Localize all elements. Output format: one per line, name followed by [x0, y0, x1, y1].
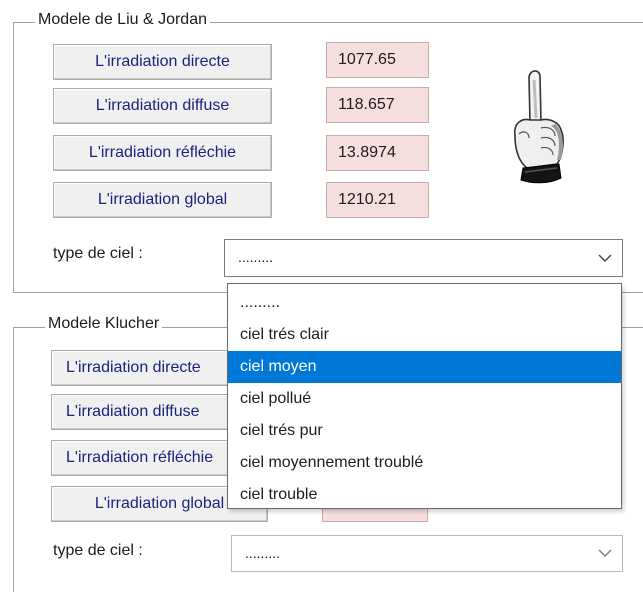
- liu-global-value: 1210.21: [326, 182, 429, 218]
- klucher-group-title: Modele Klucher: [45, 315, 163, 333]
- liu-sky-type-label: type de ciel :: [53, 245, 143, 262]
- dropdown-option[interactable]: ciel moyennement troublé: [228, 447, 621, 479]
- klucher-reflechie-button[interactable]: L'irradiation réfléchie: [51, 440, 251, 476]
- liu-diffuse-button[interactable]: L'irradiation diffuse: [53, 88, 272, 124]
- dropdown-option[interactable]: .........: [228, 287, 621, 319]
- klucher-sky-type-label: type de ciel :: [53, 542, 143, 559]
- chevron-down-icon[interactable]: [588, 240, 622, 276]
- dropdown-option[interactable]: ciel trés clair: [228, 319, 621, 351]
- liu-sky-type-value: .........: [238, 249, 274, 265]
- liu-reflechie-value: 13.8974: [326, 135, 429, 171]
- pointing-hand-icon: [513, 70, 564, 184]
- klucher-sky-type-select[interactable]: .........: [231, 535, 623, 572]
- klucher-directe-button[interactable]: L'irradiation directe: [51, 350, 251, 386]
- liu-jordan-group-title: Modele de Liu & Jordan: [35, 11, 210, 29]
- klucher-diffuse-button[interactable]: L'irradiation diffuse: [51, 394, 251, 430]
- dropdown-option[interactable]: ciel trouble: [228, 479, 621, 511]
- app-window: Modele de Liu & Jordan L'irradiation dir…: [0, 0, 643, 592]
- liu-diffuse-value: 118.657: [326, 87, 429, 123]
- dropdown-option-selected[interactable]: ciel moyen: [228, 351, 621, 383]
- dropdown-option[interactable]: ciel trés pur: [228, 415, 621, 447]
- dropdown-option[interactable]: ciel pollué: [228, 383, 621, 415]
- klucher-sky-type-value: .........: [245, 545, 281, 561]
- liu-sky-type-select[interactable]: .........: [224, 239, 623, 277]
- liu-global-button[interactable]: L'irradiation global: [53, 182, 272, 218]
- liu-directe-button[interactable]: L'irradiation directe: [53, 44, 272, 80]
- sky-type-dropdown-list: ......... ciel trés clair ciel moyen cie…: [227, 283, 622, 509]
- liu-directe-value: 1077.65: [326, 42, 429, 78]
- liu-reflechie-button[interactable]: L'irradiation réfléchie: [53, 135, 272, 171]
- chevron-down-icon[interactable]: [588, 536, 622, 571]
